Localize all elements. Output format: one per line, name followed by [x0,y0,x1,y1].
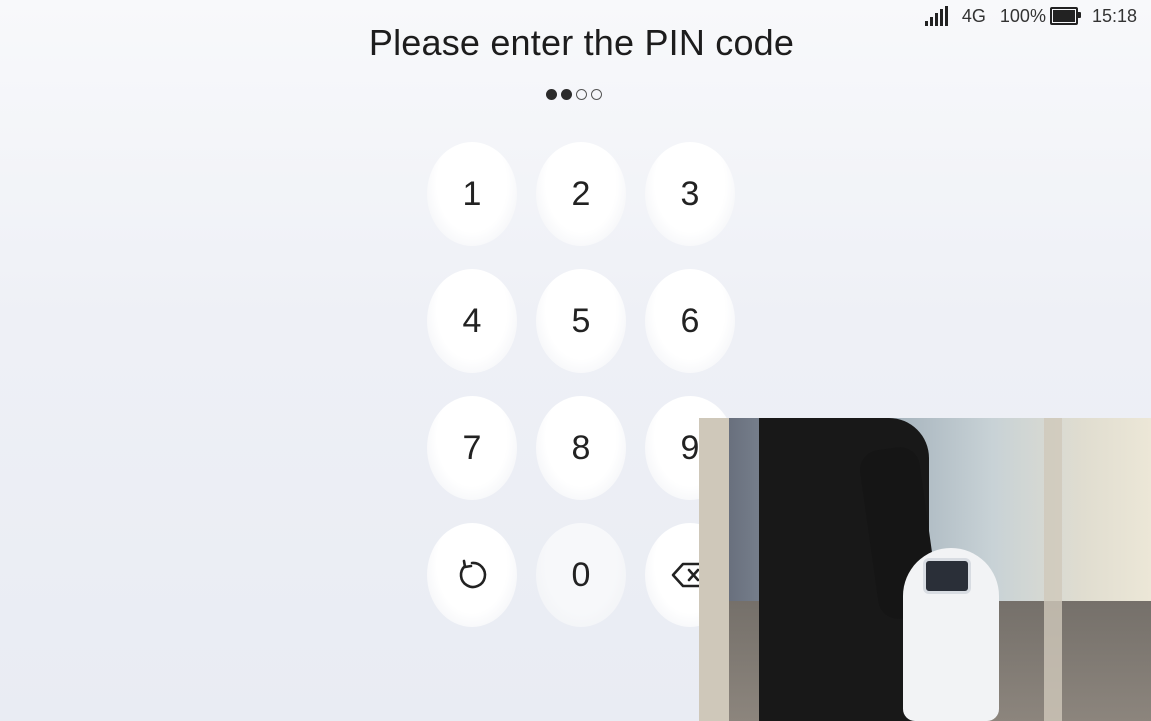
pin-dot-filled [546,89,557,100]
key-0[interactable]: 0 [536,523,626,627]
key-2[interactable]: 2 [536,142,626,246]
key-6[interactable]: 6 [645,269,735,373]
window-frame [1044,418,1062,721]
window-frame [699,418,729,721]
key-3[interactable]: 3 [645,142,735,246]
refresh-icon [459,559,487,589]
page-title: Please enter the PIN code [368,22,795,63]
pin-dot-empty [576,89,587,100]
key-5[interactable]: 5 [536,269,626,373]
reset-button[interactable] [427,523,517,627]
pin-dot-filled [561,89,572,100]
key-8[interactable]: 8 [536,396,626,500]
robot-screen [923,558,971,594]
key-4[interactable]: 4 [427,269,517,373]
pin-dot-empty [591,89,602,100]
pin-keypad: 1 2 3 4 5 6 7 8 9 0 [427,142,737,632]
key-1[interactable]: 1 [427,142,517,246]
camera-preview: U [699,418,1151,721]
pin-indicator [546,89,602,100]
key-7[interactable]: 7 [427,396,517,500]
